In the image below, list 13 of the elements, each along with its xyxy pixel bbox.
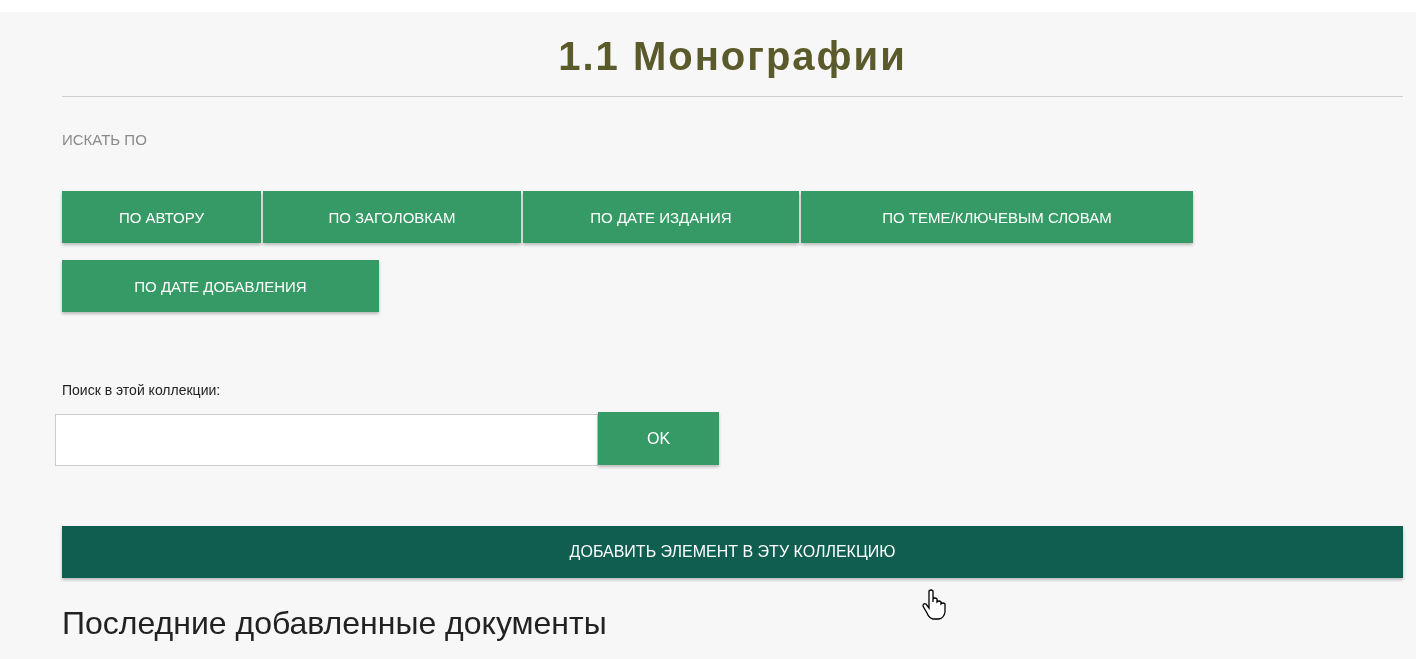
add-item-button[interactable]: ДОБАВИТЬ ЭЛЕМЕНТ В ЭТУ КОЛЛЕКЦИЮ — [62, 526, 1403, 578]
ok-button[interactable]: OK — [598, 412, 719, 465]
search-field[interactable] — [55, 414, 598, 466]
browse-button[interactable]: ПО ТЕМЕ/КЛЮЧЕВЫМ СЛОВАМ — [801, 191, 1193, 243]
search-label: Поиск в этой коллекции: — [62, 382, 221, 398]
browse-button[interactable]: ПО ДАТЕ ДОБАВЛЕНИЯ — [62, 260, 379, 312]
section-heading: Последние добавленные документы — [62, 605, 608, 642]
browse-button[interactable]: ПО ДАТЕ ИЗДАНИЯ — [523, 191, 799, 243]
hand-pointer-icon — [922, 589, 948, 621]
browse-button[interactable]: ПО АВТОРУ — [62, 191, 261, 243]
browse-button[interactable]: ПО ЗАГОЛОВКАМ — [263, 191, 521, 243]
page-title: 1.1 Монографии — [557, 33, 908, 80]
browse-label: ИСКАТЬ ПО — [62, 131, 147, 148]
